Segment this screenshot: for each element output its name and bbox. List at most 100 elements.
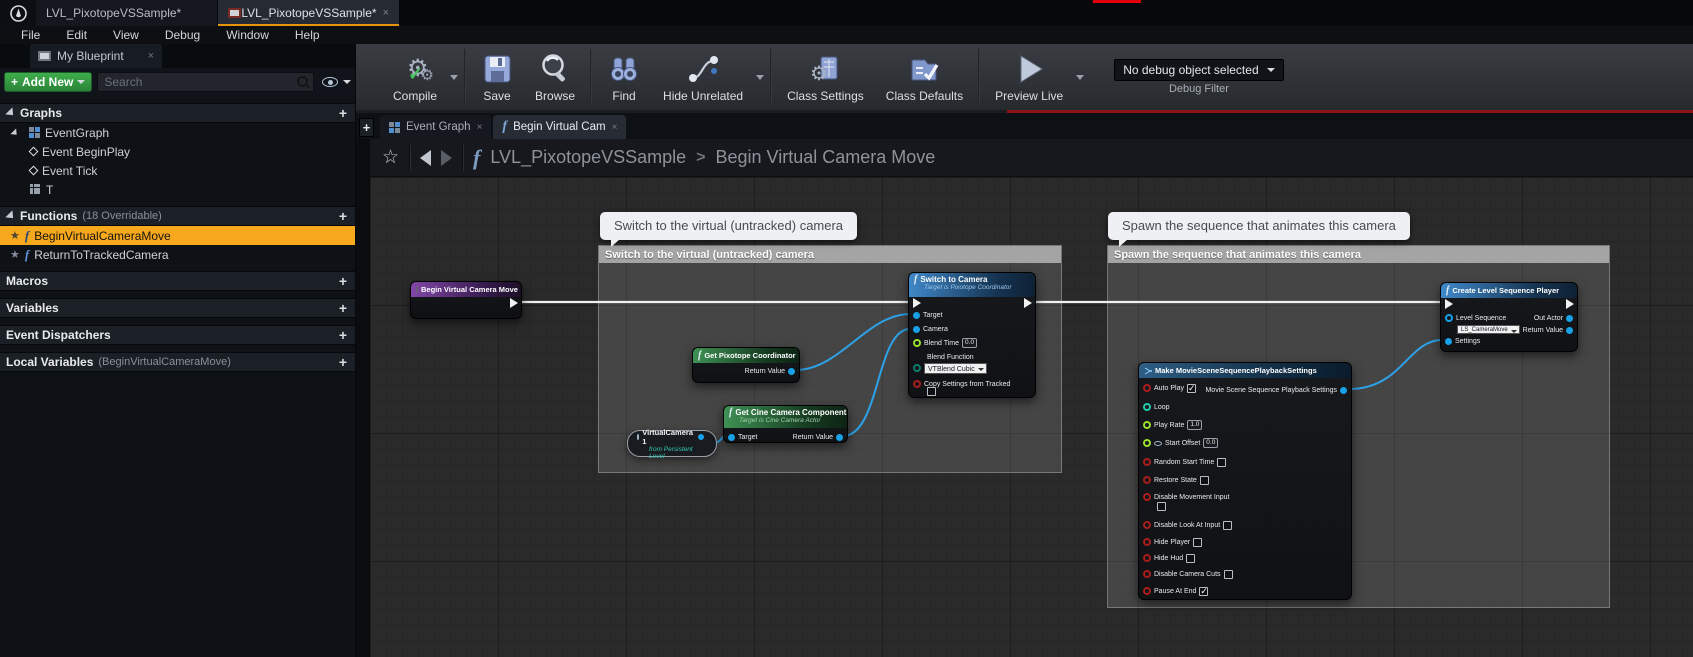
tree-item-eventgraph[interactable]: EventGraph — [0, 123, 355, 142]
pin-hide-player[interactable]: Hide Player — [1143, 537, 1202, 547]
add-variable-button[interactable]: + — [339, 300, 347, 316]
tab-my-blueprint[interactable]: My Blueprint × — [30, 44, 162, 68]
object-pin[interactable] — [913, 312, 920, 319]
disable-movement-checkbox[interactable] — [1157, 502, 1166, 511]
node-make-playback-settings[interactable]: Make MovieSceneSequencePlaybackSettings … — [1138, 362, 1352, 600]
pin-blend-time[interactable]: Blend Time0.0 — [913, 338, 977, 348]
object-pin[interactable] — [728, 434, 735, 441]
hide-hud-checkbox[interactable] — [1186, 554, 1195, 563]
bool-pin[interactable] — [1143, 493, 1151, 501]
add-tab-button[interactable]: + — [359, 118, 374, 137]
chevron-down-icon[interactable] — [343, 80, 351, 84]
close-icon[interactable]: × — [612, 122, 618, 133]
preview-live-options-chevron-icon[interactable] — [1076, 75, 1084, 80]
function-item-returntotrackedcamera[interactable]: ★ f ReturnToTrackedCamera — [0, 245, 355, 264]
bool-pin[interactable] — [1143, 521, 1151, 529]
object-pin[interactable] — [1445, 314, 1453, 322]
forward-arrow-icon[interactable] — [441, 150, 452, 166]
bool-pin[interactable] — [1143, 570, 1151, 578]
class-defaults-button[interactable]: Class Defaults — [875, 47, 974, 107]
bool-pin[interactable] — [1143, 538, 1151, 546]
bool-pin[interactable] — [1143, 476, 1151, 484]
add-function-button[interactable]: + — [339, 208, 347, 224]
add-new-button[interactable]: + Add New — [4, 72, 92, 92]
section-graphs[interactable]: Graphs + — [0, 103, 355, 123]
start-offset-value[interactable]: 0.0 — [1203, 438, 1218, 448]
pin-disable-movement-input[interactable]: Disable Movement Input — [1143, 492, 1229, 502]
node-get-pixotope-coordinator[interactable]: f Get Pixotope Coordinator Return Value — [692, 347, 800, 383]
pin-output-settings[interactable]: Movie Scene Sequence Playback Settings — [1205, 385, 1347, 395]
debug-object-dropdown[interactable]: No debug object selected — [1114, 59, 1283, 81]
level-sequence-dropdown[interactable]: LS_CameraMove — [1457, 325, 1520, 334]
pin-auto-play[interactable]: Auto Play — [1143, 383, 1196, 393]
restore-state-checkbox[interactable] — [1200, 476, 1209, 485]
add-dispatcher-button[interactable]: + — [339, 327, 347, 343]
add-local-variable-button[interactable]: + — [339, 354, 347, 370]
float-pin[interactable] — [1143, 439, 1151, 447]
node-get-cine-camera-component[interactable]: fGet Cine Camera Component Target is Cin… — [723, 405, 848, 443]
menu-file[interactable]: File — [8, 26, 53, 44]
pin-settings[interactable]: Settings — [1445, 336, 1480, 346]
bool-pin[interactable] — [1143, 587, 1151, 595]
pin-pause-at-end[interactable]: Pause At End — [1143, 586, 1208, 596]
bool-pin[interactable] — [1143, 554, 1151, 562]
bool-pin[interactable] — [913, 380, 921, 388]
section-functions[interactable]: Functions (18 Overridable) + — [0, 206, 355, 226]
node-create-level-sequence-player[interactable]: f Create Level Sequence Player Level Seq… — [1440, 282, 1578, 352]
pin-play-rate[interactable]: Play Rate1.0 — [1143, 420, 1202, 430]
compile-button[interactable]: ⚙⚙✓ Compile — [382, 47, 448, 107]
section-event-dispatchers[interactable]: Event Dispatchers + — [0, 325, 355, 345]
node-switch-to-camera[interactable]: fSwitch to Camera Target is Pixotope Coo… — [908, 272, 1036, 398]
struct-pin[interactable] — [1445, 338, 1452, 345]
pin-return-value[interactable]: Return Value — [1523, 325, 1573, 335]
blend-function-dropdown[interactable]: VTBlend Cubic — [924, 363, 987, 374]
preview-live-button[interactable]: Preview Live — [984, 47, 1074, 107]
struct-pin[interactable] — [1340, 387, 1347, 394]
asset-tab-1[interactable]: LVL_PixotopeVSSample* — [36, 0, 218, 26]
pause-at-end-checkbox[interactable] — [1199, 587, 1208, 596]
menu-help[interactable]: Help — [282, 26, 333, 44]
pin-return-value[interactable]: Return Value — [745, 366, 795, 376]
blend-time-value[interactable]: 0.0 — [962, 338, 977, 348]
add-macro-button[interactable]: + — [339, 273, 347, 289]
exec-in-pin[interactable] — [913, 298, 921, 308]
tab-begin-virtual-cam[interactable]: f Begin Virtual Cam × — [493, 115, 626, 139]
float-pin[interactable] — [913, 339, 921, 347]
breadcrumb-root[interactable]: LVL_PixotopeVSSample — [490, 147, 686, 168]
tree-item-t[interactable]: T — [0, 180, 355, 199]
tab-event-graph[interactable]: Event Graph × — [380, 115, 491, 139]
save-button[interactable]: Save — [470, 47, 524, 107]
enum-pin[interactable] — [913, 364, 921, 372]
bool-pin[interactable] — [1143, 458, 1151, 466]
close-icon[interactable]: × — [383, 7, 389, 19]
favorite-star-icon[interactable]: ☆ — [382, 146, 399, 169]
browse-button[interactable]: Browse — [524, 47, 586, 107]
pin-camera[interactable]: Camera — [913, 324, 948, 334]
pin-hide-hud[interactable]: Hide Hud — [1143, 553, 1195, 563]
breadcrumb-current[interactable]: Begin Virtual Camera Move — [716, 147, 936, 168]
exec-in-pin[interactable] — [1445, 299, 1453, 309]
pin-start-offset[interactable]: Start Offset0.0 — [1143, 438, 1218, 448]
object-pin[interactable] — [1566, 315, 1573, 322]
class-settings-button[interactable]: ⚙ Class Settings — [776, 47, 875, 107]
object-pin[interactable] — [913, 326, 920, 333]
pin-level-sequence[interactable]: Level Sequence — [1445, 313, 1506, 323]
graph-canvas[interactable]: Switch to the virtual (untracked) camera… — [370, 177, 1693, 657]
find-button[interactable]: Find — [596, 47, 652, 107]
auto-play-checkbox[interactable] — [1187, 384, 1196, 393]
play-rate-value[interactable]: 1.0 — [1187, 420, 1202, 430]
function-item-beginvirtualcameramove[interactable]: ★ f BeginVirtualCameraMove — [0, 226, 355, 245]
node-begin-virtual-camera-move[interactable]: Begin Virtual Camera Move — [410, 281, 522, 319]
tree-item-event-tick[interactable]: Event Tick — [0, 161, 355, 180]
expander-icon[interactable] — [10, 128, 19, 137]
add-graph-button[interactable]: + — [339, 105, 347, 121]
int-pin[interactable] — [1143, 403, 1151, 411]
object-pin[interactable] — [1566, 327, 1573, 334]
menu-view[interactable]: View — [100, 26, 152, 44]
close-icon[interactable]: × — [477, 122, 483, 133]
disable-camera-cuts-checkbox[interactable] — [1224, 570, 1233, 579]
pin-disable-look-at-input[interactable]: Disable Look At Input — [1143, 520, 1232, 530]
section-macros[interactable]: Macros + — [0, 271, 355, 291]
hide-unrelated-button[interactable]: Hide Unrelated — [652, 47, 754, 107]
menu-edit[interactable]: Edit — [53, 26, 100, 44]
